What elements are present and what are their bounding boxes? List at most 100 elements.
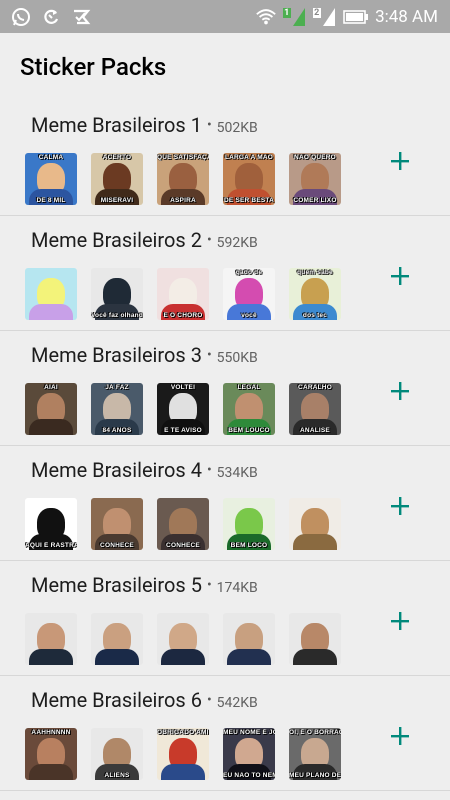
- sticker-caption-bottom: ANALISE: [300, 427, 330, 434]
- sticker-pack-row[interactable]: Meme Brasileiros 2•592KB Você faz olhando…: [0, 216, 450, 331]
- sticker-caption-bottom: 84 ANOS: [102, 427, 132, 434]
- sticker-caption-bottom: DE 8 MIL: [36, 197, 66, 204]
- sticker-caption-bottom: MISERAVI: [100, 197, 134, 204]
- sticker-thumbnail: CALMA DE 8 MIL: [25, 153, 77, 205]
- sticker-caption-bottom: CONHECE: [166, 542, 200, 549]
- pack-name: Meme Brasileiros 1: [31, 113, 202, 137]
- sticker-thumbnail: quem sabe dos tec: [289, 268, 341, 320]
- add-pack-button[interactable]: [386, 262, 414, 290]
- pack-header: Meme Brasileiros 4 • 534KB: [31, 458, 258, 482]
- sticker-previews: [25, 613, 341, 665]
- pack-size: 550KB: [216, 350, 258, 366]
- sticker-caption-top: gado de: [235, 269, 263, 276]
- sticker-pack-row[interactable]: Meme Brasileiros 1 • 502KB CALMA DE 8 MIL ACE…: [0, 101, 450, 216]
- pack-header: Meme Brasileiros 3 • 550KB: [31, 343, 258, 367]
- sticker-body-shape: [29, 649, 73, 665]
- wifi-icon: [255, 6, 277, 28]
- pack-name: Meme Brasileiros 5: [31, 573, 202, 597]
- sticker-thumbnail: JÁ FAZ 84 ANOS: [91, 383, 143, 435]
- sticker-caption-bottom: ALIENS: [104, 772, 130, 779]
- sticker-previews: AQUI É RASTRADO CONHECE CONHECE BEM LOCO: [25, 498, 341, 550]
- status-bar: 1 2 3:48 AM: [0, 0, 450, 33]
- add-pack-button[interactable]: [386, 607, 414, 635]
- add-pack-button[interactable]: [386, 147, 414, 175]
- sticker-body-shape: [293, 649, 337, 665]
- notification-icons: [0, 6, 92, 28]
- pack-header: Meme Brasileiros 1 • 502KB: [31, 113, 258, 137]
- sticker-thumbnail: VOLTEI E TE AVISO: [157, 383, 209, 435]
- separator-dot: •: [206, 347, 212, 363]
- sticker-caption-bottom: MEU PLANO DEU ERRADO: [289, 772, 341, 779]
- sticker-caption-top: OI, É O BORRÃO: [289, 729, 341, 736]
- sticker-thumbnail: CARALHO ANALISE: [289, 383, 341, 435]
- add-pack-button[interactable]: [386, 722, 414, 750]
- sticker-caption-top: ACERTO: [102, 154, 132, 161]
- add-pack-button[interactable]: [386, 377, 414, 405]
- pack-name: Meme Brasileiros 6: [31, 688, 202, 712]
- sticker-caption-top: LEGAL: [237, 384, 261, 391]
- system-icons: 1 2 3:48 AM: [255, 6, 450, 28]
- sticker-body-shape: [29, 764, 73, 780]
- sticker-thumbnail: gado de você: [223, 268, 275, 320]
- sticker-thumbnail: [223, 613, 275, 665]
- sticker-body-shape: [227, 649, 271, 665]
- sticker-thumbnail: ACERTO MISERAVI: [91, 153, 143, 205]
- sticker-thumbnail: [25, 268, 77, 320]
- sticker-body-shape: [29, 304, 73, 320]
- sticker-caption-bottom: BEM LOUCO: [228, 427, 270, 434]
- sticker-caption-bottom: COMER LIXO: [293, 197, 337, 204]
- pack-header: Meme Brasileiros 2 • 592KB: [31, 228, 258, 252]
- sticker-thumbnail: AQUI É RASTRADO: [25, 498, 77, 550]
- sticker-thumbnail: E O CHORO: [157, 268, 209, 320]
- sticker-pack-row[interactable]: Meme Brasileiros 4•534KB AQUI É RASTRADO C…: [0, 446, 450, 561]
- checklist-icon: [70, 6, 92, 28]
- sticker-thumbnail: [91, 613, 143, 665]
- sticker-caption-top: quem sabe: [297, 269, 333, 276]
- sticker-caption-bottom: Você faz olhando pra: [91, 312, 143, 319]
- sticker-caption-bottom: AQUI É RASTRADO: [25, 542, 77, 549]
- pack-name: Meme Brasileiros 2: [31, 228, 202, 252]
- sticker-thumbnail: [289, 498, 341, 550]
- sticker-pack-row[interactable]: Meme Brasileiros 3 • 550KB AIAI JÁ FAZ 84 ANO…: [0, 331, 450, 446]
- plus-icon: [391, 497, 409, 515]
- sticker-body-shape: [293, 534, 337, 550]
- pack-header: Meme Brasileiros 6 • 542KB: [31, 688, 258, 712]
- sticker-thumbnail: BEM LOCO: [223, 498, 275, 550]
- plus-icon: [391, 267, 409, 285]
- sticker-caption-top: AAHHNNNN: [31, 729, 71, 736]
- add-pack-button[interactable]: [386, 492, 414, 520]
- separator-dot: •: [206, 462, 212, 478]
- sticker-thumbnail: AAHHNNNN: [25, 728, 77, 780]
- plus-icon: [391, 152, 409, 170]
- pack-size: 174KB: [216, 580, 258, 596]
- sticker-caption-bottom: E TE AVISO: [164, 427, 202, 434]
- sticker-thumbnail: CONHECE: [157, 498, 209, 550]
- battery-icon: [343, 6, 369, 28]
- sticker-thumbnail: OI, É O BORRÃO MEU PLANO DEU ERRADO: [289, 728, 341, 780]
- sticker-previews: Você faz olhando pra E O CHORO gado de você…: [25, 268, 341, 320]
- sticker-thumbnail: LARGA A MÃO DE SER BESTA: [223, 153, 275, 205]
- sticker-thumbnail: AIAI: [25, 383, 77, 435]
- pack-size: 534KB: [216, 465, 258, 481]
- sticker-pack-row[interactable]: Meme Brasileiros 6 • 542KB AAHHNNNN ALIENS OB…: [0, 676, 450, 791]
- separator-dot: •: [206, 117, 212, 133]
- page-title: Sticker Packs: [20, 53, 167, 81]
- pack-header: Meme Brasileiros 5 • 174KB: [31, 573, 258, 597]
- sticker-caption-top: JÁ FAZ: [105, 384, 129, 391]
- sticker-previews: AAHHNNNN ALIENS OBRIGADO AMIGO MEU NOME É J…: [25, 728, 341, 780]
- sticker-thumbnail: CONHECE: [91, 498, 143, 550]
- sticker-thumbnail: [289, 613, 341, 665]
- separator-dot: •: [206, 232, 212, 248]
- signal-1-icon: 1: [283, 6, 307, 28]
- sim-2-badge: 2: [314, 7, 320, 18]
- sticker-caption-bottom: E O CHORO: [163, 312, 203, 319]
- sticker-caption-top: CARALHO: [298, 384, 332, 391]
- sticker-thumbnail: NÃO QUERO COMER LIXO: [289, 153, 341, 205]
- signal-2-icon: 2: [313, 6, 337, 28]
- sticker-caption-bottom: CONHECE: [100, 542, 134, 549]
- sticker-caption-bottom: DE SER BESTA: [224, 197, 274, 204]
- sticker-pack-row[interactable]: Meme Brasileiros 5 • 174KB: [0, 561, 450, 676]
- sticker-caption-top: CALMA: [38, 154, 64, 161]
- sim-1-badge: 1: [284, 7, 290, 18]
- sticker-body-shape: [95, 649, 139, 665]
